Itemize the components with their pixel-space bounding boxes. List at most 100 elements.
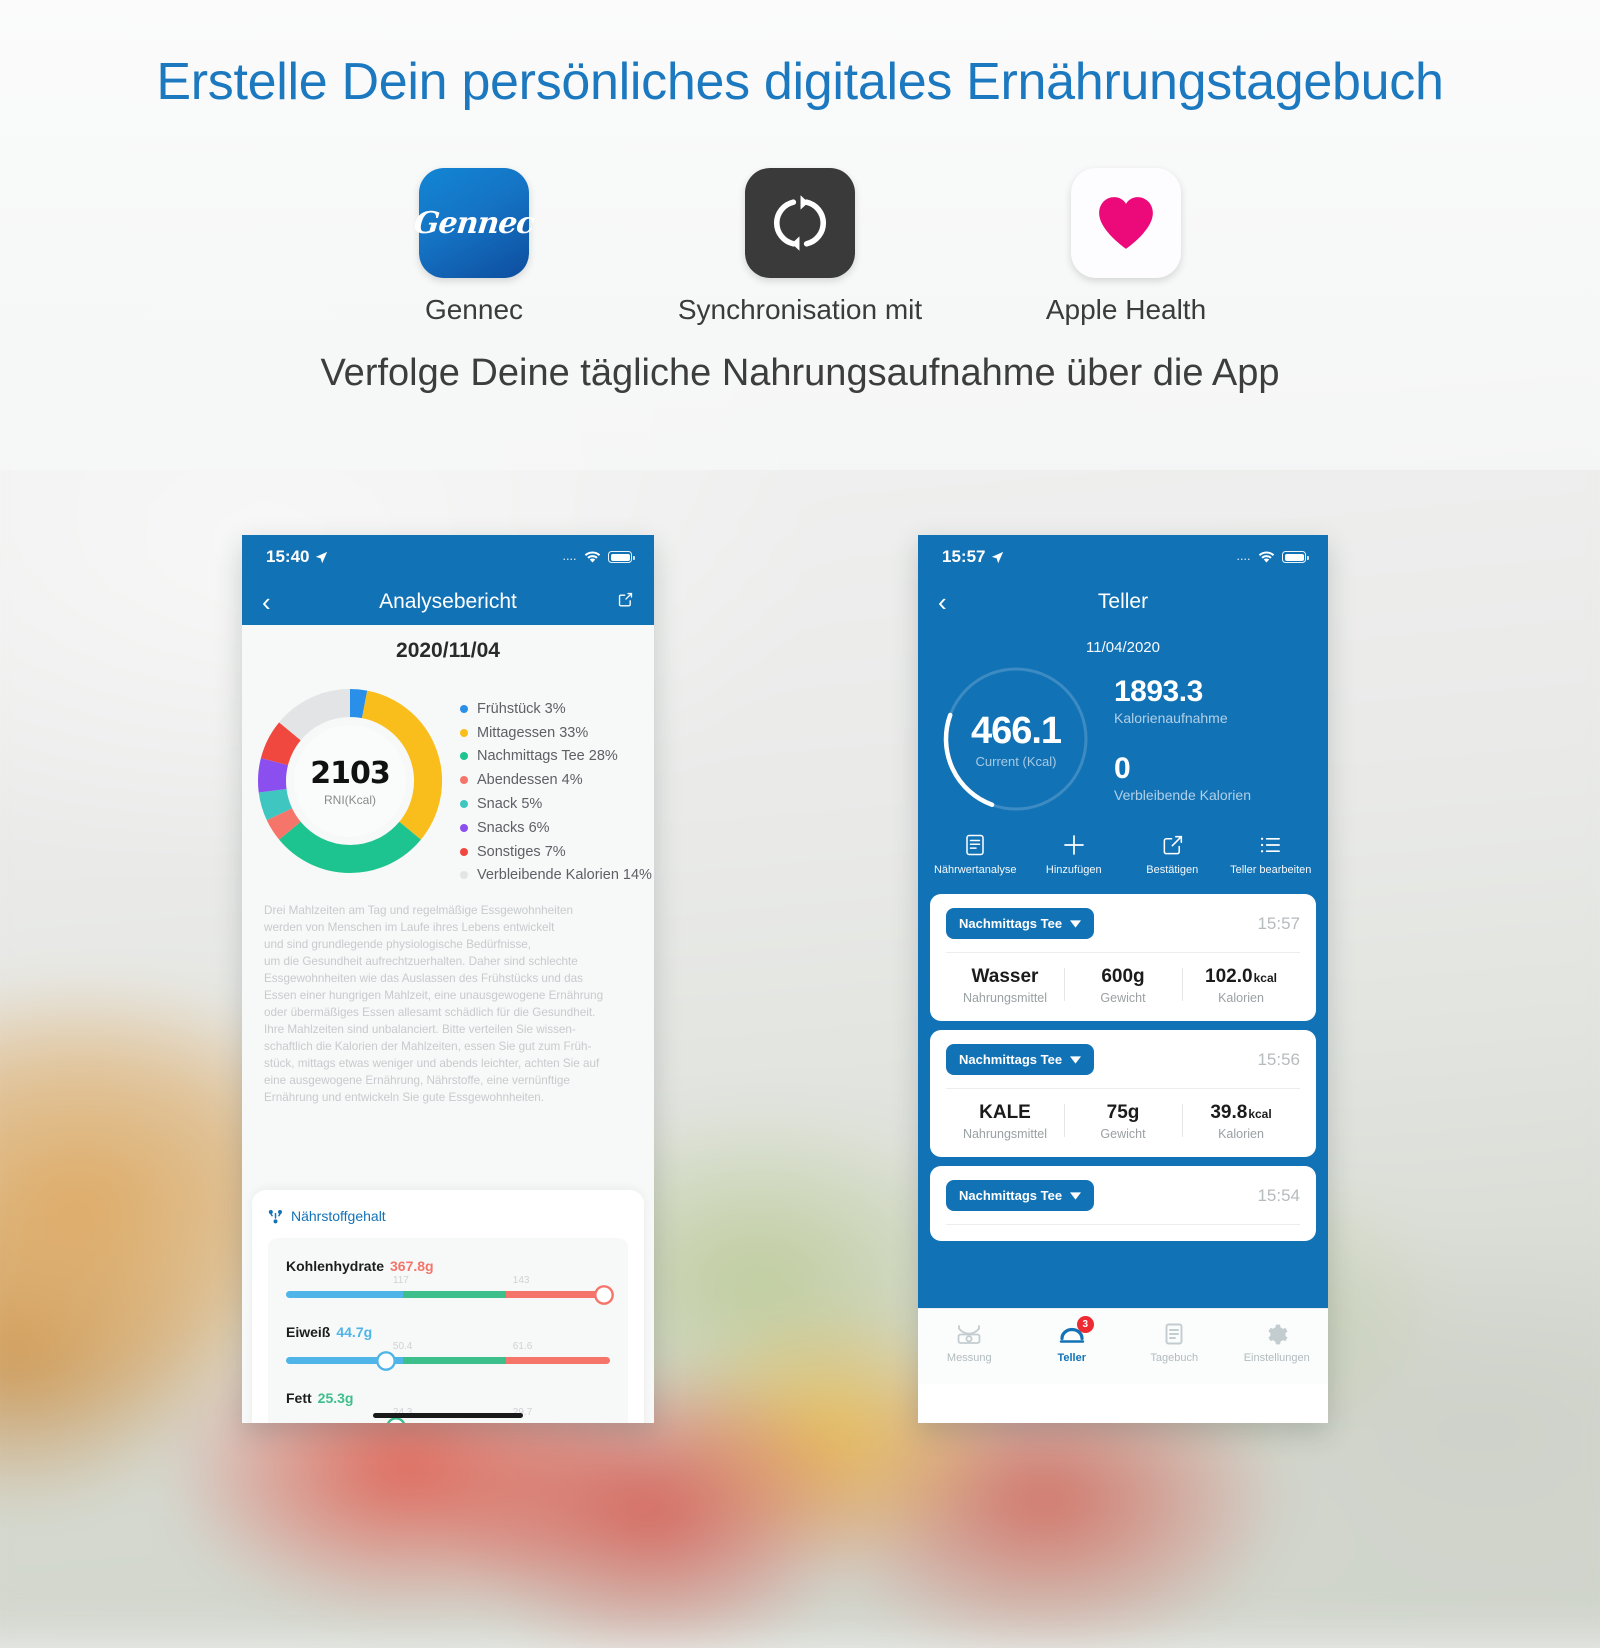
wifi-icon bbox=[584, 550, 601, 563]
calories-label: Kalorien bbox=[1218, 991, 1264, 1005]
tab-label: Tagebuch bbox=[1150, 1352, 1199, 1364]
legend-color-dot bbox=[460, 728, 468, 737]
chart-legend: Frühstück 3% Mittagessen 33% Nachmittags T… bbox=[460, 681, 652, 887]
nutrient-molecule-icon bbox=[268, 1209, 282, 1223]
food-label: Nahrungsmittel bbox=[962, 1127, 1048, 1141]
slider-segment-high bbox=[506, 1291, 611, 1298]
nutrient-card-title: Nährstoffgehalt bbox=[291, 1208, 386, 1224]
page-headline: Erstelle Dein persönliches digitales Ern… bbox=[156, 53, 1444, 111]
legend-item: Verbleibende Kalorien 14% bbox=[460, 864, 652, 888]
app-badges-row: Gennec Gennec Synchronisation mit Apple … bbox=[0, 168, 1600, 326]
app-badge-sync: Synchronisation mit bbox=[637, 168, 963, 326]
entry-time: 15:57 bbox=[1257, 913, 1300, 933]
legend-color-dot bbox=[460, 823, 468, 832]
calories-value: 102.0kcal bbox=[1205, 966, 1277, 987]
tab-messung[interactable]: Messung bbox=[918, 1319, 1021, 1384]
calories-label: Kalorien bbox=[1218, 1127, 1264, 1141]
meal-type-label: Nachmittags Tee bbox=[959, 1188, 1063, 1203]
action-edit-plate[interactable]: Teller bearbeiten bbox=[1222, 832, 1321, 876]
action-confirm[interactable]: Bestätigen bbox=[1123, 832, 1222, 876]
tab-einstellungen[interactable]: Einstellungen bbox=[1226, 1319, 1329, 1384]
entry-food: KALE Nahrungsmittel bbox=[946, 1102, 1064, 1141]
kpi-value: 0 bbox=[1114, 752, 1131, 785]
slider-knob[interactable] bbox=[596, 1287, 612, 1302]
food-entry-card[interactable]: Nachmittags Tee 15:57 Wasser Nahrungsmittel… bbox=[930, 894, 1316, 1021]
kpi-label: Kalorienaufnahme bbox=[1114, 710, 1228, 726]
weight-value: 600g bbox=[1101, 966, 1145, 987]
meal-type-label: Nachmittags Tee bbox=[959, 916, 1063, 931]
meal-type-dropdown[interactable]: Nachmittags Tee bbox=[946, 1180, 1095, 1211]
nutrient-card-header: Nährstoffgehalt bbox=[268, 1208, 628, 1224]
legend-item: Nachmittags Tee 28% bbox=[460, 745, 652, 769]
kpi-value: 1893.3 bbox=[1114, 675, 1203, 708]
nutrient-ticks: 50.4 61.6 bbox=[286, 1341, 610, 1355]
gennec-wordmark: Gennec bbox=[412, 205, 536, 241]
meal-type-dropdown[interactable]: Nachmittags Tee bbox=[946, 908, 1095, 939]
food-entry-card[interactable]: Nachmittags Tee 15:54 bbox=[930, 1166, 1316, 1241]
tick-low: 50.4 bbox=[392, 1341, 413, 1352]
food-label: Nahrungsmittel bbox=[962, 991, 1048, 1005]
nutrient-amount: 25.3g bbox=[317, 1390, 354, 1406]
calorie-summary-hero: 11/04/2020 466.1 Current (Kcal) 1893.3 K… bbox=[918, 625, 1328, 822]
tab-tagebuch[interactable]: Tagebuch bbox=[1123, 1319, 1226, 1384]
legend-label: Snacks 6% bbox=[477, 819, 550, 836]
legend-color-dot bbox=[460, 871, 468, 880]
document-lines-icon bbox=[926, 832, 1025, 858]
donut-slice bbox=[266, 807, 301, 840]
kpi-intake: 1893.3 Kalorienaufnahme bbox=[1114, 675, 1310, 726]
nutrient-slider[interactable] bbox=[286, 1353, 611, 1368]
entry-time: 15:56 bbox=[1257, 1049, 1300, 1069]
tab-label: Messung bbox=[946, 1352, 992, 1364]
entry-time: 15:54 bbox=[1257, 1185, 1300, 1205]
entry-weight: 75g Gewicht bbox=[1064, 1102, 1182, 1141]
action-bar: Nährwertanalyse Hinzufügen Bestätigen Te… bbox=[918, 822, 1328, 888]
chevron-down-icon bbox=[1070, 919, 1082, 928]
donut-slice bbox=[258, 788, 293, 821]
food-entry-card[interactable]: Nachmittags Tee 15:56 KALE Nahrungsmittel 75… bbox=[930, 1030, 1316, 1157]
chevron-down-icon bbox=[1070, 1191, 1082, 1200]
slider-knob[interactable] bbox=[378, 1353, 394, 1368]
nutrient-content-card: Nährstoffgehalt Kohlenhydrate 367.8g 117 14… bbox=[252, 1190, 644, 1423]
status-time: 15:57 bbox=[942, 547, 986, 566]
tick-low: 117 bbox=[392, 1275, 409, 1286]
action-label: Bestätigen bbox=[1146, 864, 1199, 876]
battery-icon bbox=[608, 551, 635, 563]
page-title: Analysebericht bbox=[379, 590, 517, 613]
meal-type-dropdown[interactable]: Nachmittags Tee bbox=[946, 1044, 1095, 1075]
donut-slice bbox=[258, 758, 289, 793]
nutrient-amount: 44.7g bbox=[336, 1324, 373, 1340]
nutrient-ticks: 117 143 bbox=[286, 1275, 610, 1289]
legend-label: Frühstück 3% bbox=[477, 700, 566, 717]
edit-square-icon bbox=[1123, 832, 1222, 858]
app-badge-apple-health: Apple Health bbox=[963, 168, 1289, 326]
nutrient-name: Kohlenhydrate bbox=[286, 1258, 385, 1274]
analysis-report-body[interactable]: 2020/11/04 2103 RNI(Kcal) Frühstück 3% Mi… bbox=[242, 625, 654, 1423]
plate-icon: 3 bbox=[1021, 1316, 1124, 1349]
legend-color-dot bbox=[460, 800, 468, 809]
tab-badge: 3 bbox=[1076, 1316, 1094, 1333]
action-label: Nährwertanalyse bbox=[933, 864, 1017, 876]
calorie-distribution-chart: 2103 RNI(Kcal) Frühstück 3% Mittagessen 3… bbox=[242, 669, 654, 887]
nav-bar: ‹ Analysebericht bbox=[242, 579, 654, 625]
donut-center-label: RNI(Kcal) bbox=[323, 792, 376, 807]
meal-type-label: Nachmittags Tee bbox=[959, 1052, 1063, 1067]
phone-screenshot-plate: 15:57 .... ‹ Teller 11/04/2020 466.1 Cur… bbox=[918, 535, 1328, 1423]
action-nutrient-analysis[interactable]: Nährwertanalyse bbox=[926, 832, 1025, 876]
legend-color-dot bbox=[460, 704, 468, 713]
kpi-label: Verbleibende Kalorien bbox=[1114, 787, 1251, 803]
nav-bar: ‹ Teller bbox=[918, 579, 1328, 625]
divider bbox=[946, 1224, 1300, 1225]
nutrient-slider[interactable] bbox=[286, 1287, 612, 1302]
food-entries-list[interactable]: Nachmittags Tee 15:57 Wasser Nahrungsmittel… bbox=[918, 888, 1328, 1308]
signal-dots: .... bbox=[1236, 552, 1251, 562]
tab-teller[interactable]: 3 Teller bbox=[1021, 1316, 1124, 1384]
gennec-app-icon: Gennec bbox=[412, 168, 536, 278]
list-icon bbox=[1222, 832, 1321, 858]
donut-chart: 2103 RNI(Kcal) bbox=[250, 681, 450, 881]
phone-screenshot-analysis-report: 15:40 .... ‹ Analysebericht 2020/11/04 2… bbox=[242, 535, 654, 1423]
action-add[interactable]: Hinzufügen bbox=[1025, 832, 1124, 876]
slider-segment-ok bbox=[402, 1357, 507, 1364]
nutrient-row: Fett25.3g24.329.7 bbox=[286, 1390, 610, 1423]
book-icon bbox=[1123, 1319, 1226, 1349]
legend-label: Abendessen 4% bbox=[477, 772, 583, 789]
